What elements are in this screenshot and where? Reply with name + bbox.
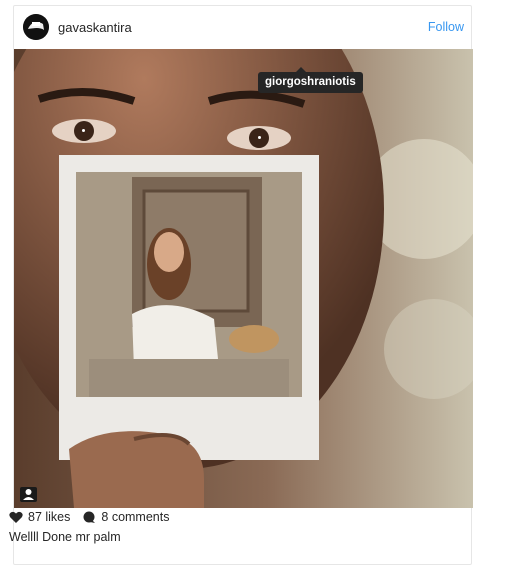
- username[interactable]: gavaskantira: [58, 20, 132, 35]
- comment-button[interactable]: 8 comments: [82, 510, 169, 524]
- post-caption: Wellll Done mr palm: [9, 530, 121, 544]
- post-photo[interactable]: giorgoshraniotis: [14, 49, 473, 508]
- likes-count: 87 likes: [28, 510, 71, 524]
- user-tag-icon[interactable]: [20, 487, 37, 502]
- post-actions: 87 likes 8 comments: [9, 510, 181, 524]
- like-button[interactable]: 87 likes: [9, 510, 70, 524]
- heart-icon: [9, 511, 23, 523]
- post-card: gavaskantira Follow giorgoshraniotis: [13, 5, 473, 565]
- photo-illustration: [14, 49, 473, 508]
- tag-marker[interactable]: [82, 129, 85, 132]
- tag-marker[interactable]: [258, 136, 261, 139]
- post-header: gavaskantira Follow: [14, 6, 471, 49]
- profile-avatar[interactable]: [23, 14, 49, 40]
- tagged-user-tooltip[interactable]: giorgoshraniotis: [258, 67, 363, 93]
- avatar-image: [23, 14, 49, 40]
- comment-bubble-icon: [83, 511, 96, 523]
- comments-count: 8 comments: [101, 510, 170, 524]
- follow-button[interactable]: Follow: [428, 20, 464, 34]
